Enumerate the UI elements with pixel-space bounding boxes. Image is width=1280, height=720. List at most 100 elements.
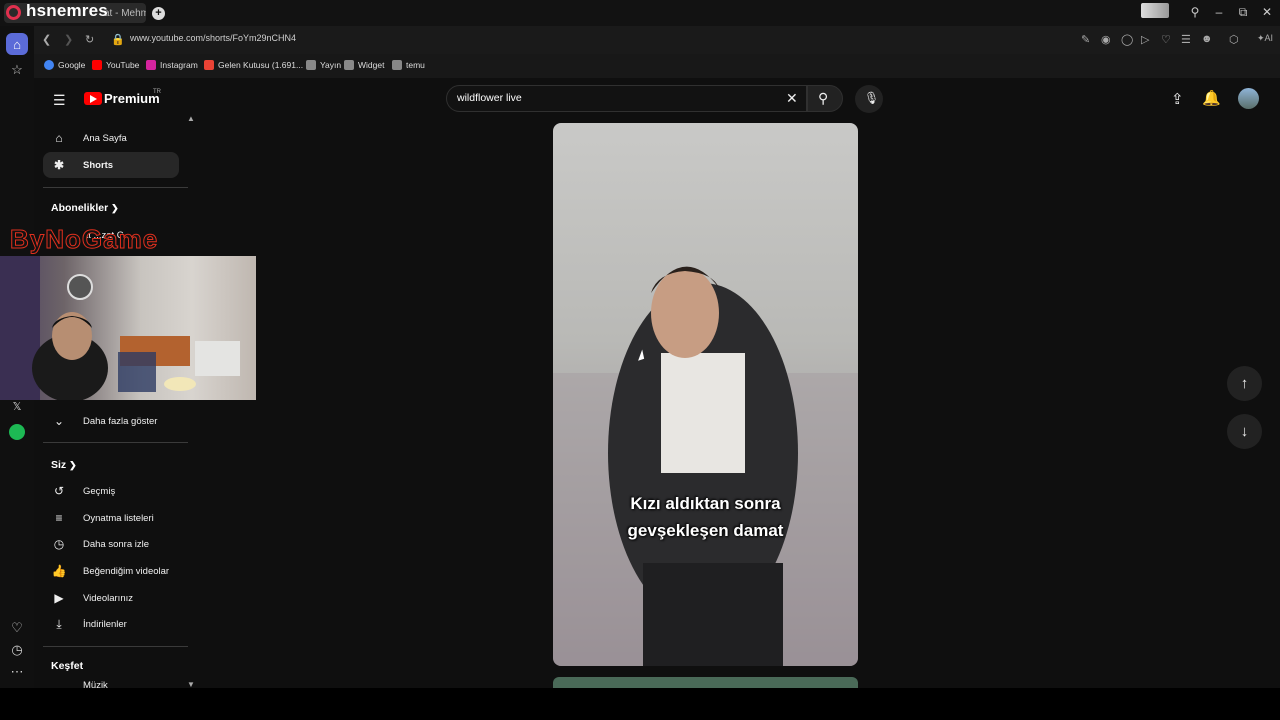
bookmark-label: YouTube — [106, 60, 140, 70]
instagram-icon — [146, 60, 156, 70]
sidebar-item-home[interactable]: ⌂ Ana Sayfa — [43, 125, 179, 151]
search-tabs-icon[interactable]: ⚲ — [1185, 5, 1205, 19]
previous-short-button[interactable]: ↑ — [1227, 366, 1262, 401]
bookmark-item[interactable]: Google — [44, 60, 85, 70]
bookmark-label: temu — [406, 60, 425, 70]
bookmark-item[interactable]: YouTube — [92, 60, 139, 70]
home-workspace-icon[interactable]: ⌂ — [6, 33, 28, 55]
youtube-play-icon — [90, 95, 97, 103]
bookmark-item[interactable]: Gelen Kutusu (1.691... — [204, 60, 303, 70]
channel-logo-overlay: ByNoGame — [9, 224, 159, 255]
play-icon[interactable]: ▷ — [1141, 33, 1149, 46]
clear-search-icon[interactable]: ✕ — [786, 90, 798, 107]
bookmark-label: Gelen Kutusu (1.691... — [218, 60, 304, 70]
bottom-black-bar — [0, 688, 1280, 720]
folder-icon — [392, 60, 402, 70]
history-clock-icon[interactable]: ◷ — [6, 639, 28, 661]
chevron-down-icon: ⌄ — [53, 414, 65, 428]
sidebar-item-playlists[interactable]: ≡ Oynatma listeleri — [43, 505, 179, 531]
next-short-preview[interactable] — [553, 677, 858, 688]
spotify-icon[interactable] — [6, 421, 28, 443]
region-badge: TR — [153, 89, 161, 95]
notifications-bell-icon[interactable]: 🔔 — [1202, 89, 1221, 107]
url-field[interactable]: www.youtube.com/shorts/FoYm29nCHN4 — [130, 33, 296, 43]
folder-icon — [344, 60, 354, 70]
video-icon: ▶ — [54, 591, 64, 605]
download-icon: ⤓ — [56, 616, 62, 631]
video-caption-line-1: Kızı aldıktan sonra — [630, 494, 781, 513]
folder-icon — [306, 60, 316, 70]
sidebar-item-music[interactable]: Müzik — [43, 680, 179, 688]
sidebar-item-watch-later[interactable]: ◷ Daha sonra izle — [43, 531, 179, 557]
video-frame-illustration — [553, 266, 858, 666]
extension-icon[interactable]: ⬡ — [1229, 33, 1239, 46]
sidebar-item-downloads[interactable]: ⤓ İndirilenler — [43, 611, 179, 637]
bookmark-label: Google — [58, 60, 86, 70]
close-window-icon[interactable]: ✕ — [1257, 5, 1277, 19]
ai-icon[interactable]: ✦AI — [1257, 33, 1273, 44]
sidebar-item-liked[interactable]: 👍 Beğendiğim videolar — [43, 558, 179, 584]
heart-icon[interactable]: ♡ — [6, 617, 28, 639]
youtube-logo-text[interactable]: Premium — [104, 91, 160, 106]
sidebar-item-your-videos[interactable]: ▶ Videolarınız — [43, 585, 179, 611]
reload-icon[interactable]: ↻ — [85, 33, 94, 46]
opera-logo-icon[interactable] — [6, 5, 21, 20]
search-button[interactable]: ⚲ — [807, 85, 843, 112]
more-options-icon[interactable]: ⋯ — [6, 661, 28, 683]
avatar[interactable] — [1238, 88, 1259, 109]
heart-outline-icon[interactable]: ♡ — [1161, 33, 1171, 46]
you-header[interactable]: Siz ❯ — [51, 459, 77, 471]
arrow-down-icon: ↓ — [1240, 423, 1249, 440]
bookmark-item[interactable]: Instagram — [146, 60, 198, 70]
sidebar-divider — [43, 442, 188, 443]
thumbs-up-icon: 👍 — [51, 564, 67, 578]
back-icon[interactable]: ❮ — [42, 33, 51, 46]
menu-icon[interactable]: ☰ — [1181, 33, 1191, 46]
bookmark-item[interactable]: Widget — [344, 60, 384, 70]
forward-icon[interactable]: ❯ — [64, 33, 73, 46]
microphone-icon: 🎙 — [864, 91, 880, 105]
bookmark-label: Yayın — [320, 60, 342, 70]
subscriptions-header[interactable]: Abonelikler ❯ — [51, 202, 119, 214]
video-caption-line-2: gevşekleşen damat — [627, 521, 784, 540]
shield-icon[interactable]: ◯ — [1121, 33, 1133, 46]
bookmark-label: Instagram — [160, 60, 198, 70]
sidebar-item-history[interactable]: ↺ Geçmiş — [43, 478, 179, 504]
lock-icon: 🔒 — [111, 34, 125, 46]
playlist-icon: ≡ — [55, 511, 63, 525]
account-icon[interactable]: ☻ — [1201, 33, 1213, 45]
minimize-icon[interactable]: – — [1209, 5, 1229, 19]
restore-icon[interactable]: ⧉ — [1233, 5, 1253, 20]
tab-title: at - Mehm — [104, 7, 146, 19]
bookmark-item[interactable]: Yayın — [306, 60, 341, 70]
clock-icon: ◷ — [53, 537, 65, 551]
arrow-up-icon: ↑ — [1240, 375, 1249, 392]
hamburger-menu-icon[interactable]: ☰ — [53, 92, 66, 109]
search-input-value[interactable]: wildflower live — [457, 92, 522, 104]
sidebar-item-shorts[interactable]: ✱ Shorts — [43, 152, 179, 178]
bookmark-item[interactable]: temu — [392, 60, 425, 70]
gmail-icon — [204, 60, 214, 70]
sidebar-divider — [43, 187, 188, 188]
collapse-chevron-icon[interactable]: ▲ — [187, 114, 195, 123]
profile-thumbnail[interactable] — [1141, 3, 1169, 18]
chevron-right-icon: ❯ — [111, 203, 119, 213]
star-icon[interactable]: ☆ — [6, 59, 28, 81]
short-video-player[interactable] — [553, 123, 858, 666]
webcam-overlay — [0, 256, 256, 400]
history-icon: ↺ — [53, 484, 65, 498]
sidebar-divider — [43, 646, 188, 647]
next-short-button[interactable]: ↓ — [1227, 414, 1262, 449]
search-icon: ⚲ — [818, 90, 829, 106]
upload-icon[interactable]: ⇪ — [1171, 90, 1184, 108]
new-tab-button[interactable]: + — [152, 7, 165, 20]
camera-icon[interactable]: ◉ — [1101, 33, 1111, 46]
edit-icon[interactable]: ✎ — [1081, 33, 1090, 46]
webcam-feed-illustration — [0, 256, 240, 400]
shorts-icon: ✱ — [53, 158, 65, 172]
voice-search-button[interactable]: 🎙 — [855, 85, 883, 113]
show-more-button[interactable]: ⌄ Daha fazla göster — [43, 408, 179, 434]
bookmark-label: Widget — [358, 60, 385, 70]
explore-header: Keşfet — [51, 660, 84, 672]
window-titlebar — [0, 0, 1280, 26]
